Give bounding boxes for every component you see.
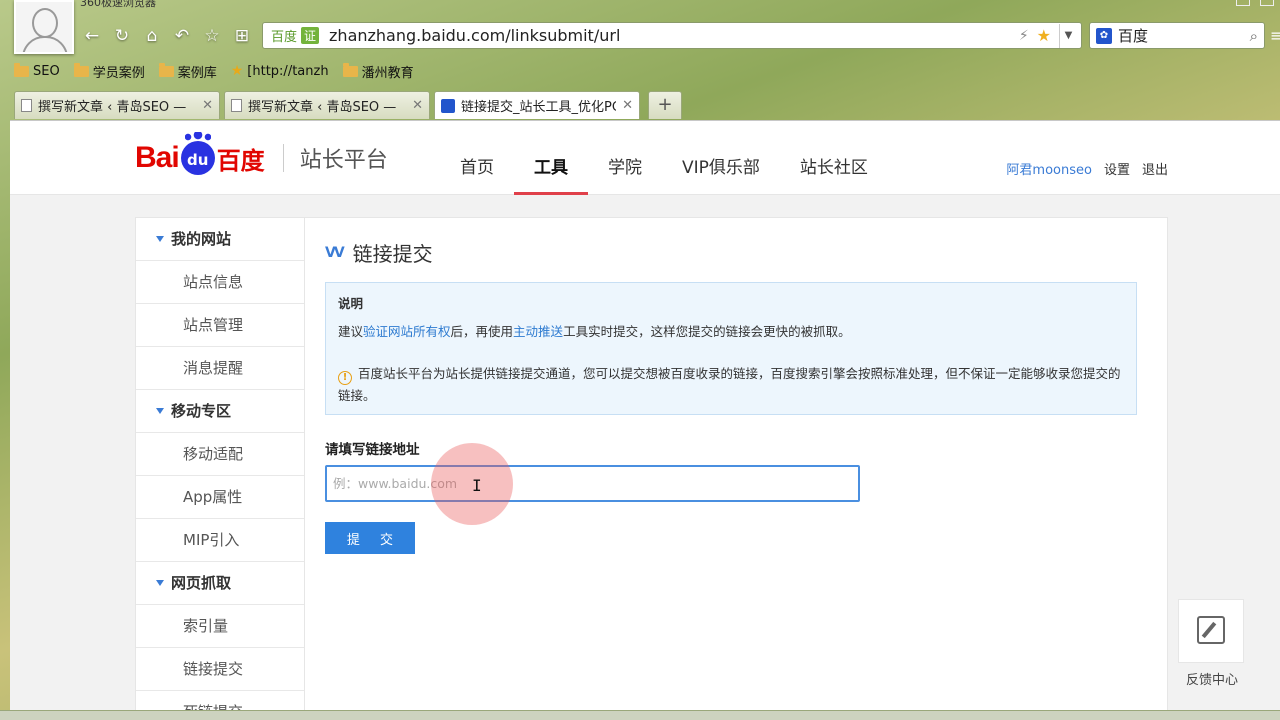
baidu-logo[interactable]: Bai du 百度 站长平台 — [135, 132, 388, 181]
baidu-paw-icon — [441, 98, 455, 113]
new-tab-button[interactable]: + — [648, 91, 682, 119]
logo-divider — [282, 144, 284, 172]
close-icon[interactable]: ✕ — [412, 98, 423, 113]
sidebar-group-my-sites[interactable]: 我的网站 — [136, 218, 304, 261]
caret-down-icon — [156, 408, 164, 414]
zigzag-icon: ᐯᐯ — [325, 244, 345, 261]
maximize-button[interactable] — [1260, 0, 1274, 6]
browser-tab[interactable]: 撰写新文章 ‹ 青岛SEO — ✕ — [14, 91, 220, 119]
sidebar-item[interactable]: 消息提醒 — [136, 347, 304, 390]
sidebar-item[interactable]: 移动适配 — [136, 433, 304, 476]
bookmark-star-icon[interactable]: ★ — [1037, 26, 1051, 45]
back-arrow-icon[interactable]: ← — [80, 24, 104, 48]
verify-ownership-link[interactable]: 验证网站所有权 — [363, 324, 451, 339]
browser-menu-icon[interactable]: ≡ — [1270, 26, 1280, 45]
nav-academy[interactable]: 学院 — [588, 121, 662, 195]
user-avatar[interactable] — [14, 0, 74, 54]
dropdown-arrow-icon[interactable]: ▼ — [1059, 23, 1077, 48]
window-title: 360极速浏览器 — [80, 0, 156, 9]
star-icon: ★ — [230, 63, 244, 79]
sidebar-item[interactable]: 站点管理 — [136, 304, 304, 347]
favorite-star-icon[interactable]: ☆ — [200, 24, 224, 48]
bookmark-item[interactable]: 潘州教育 — [342, 62, 414, 81]
page-title: ᐯᐯ 链接提交 — [325, 242, 433, 266]
document-icon — [231, 99, 242, 112]
nav-home[interactable]: 首页 — [440, 121, 514, 195]
sidebar-group-crawl[interactable]: 网页抓取 — [136, 562, 304, 605]
bookmark-item[interactable]: 学员案例 — [73, 62, 145, 81]
home-icon[interactable]: ⌂ — [140, 24, 164, 48]
logout-link[interactable]: 退出 — [1142, 159, 1168, 178]
bookmark-item[interactable]: ★ [http://tanzh — [231, 63, 329, 79]
address-bar[interactable]: 百度 证 zhanzhang.baidu.com/linksubmit/url … — [262, 22, 1082, 49]
site-header: Bai du 百度 站长平台 首页 工具 学院 VIP俱乐部 站长社区 阿君mo… — [10, 121, 1280, 195]
search-engine-label: 百度 — [1118, 27, 1149, 45]
browser-tab-active[interactable]: 链接提交_站长工具_优化PC ✕ — [434, 91, 640, 119]
minimize-button[interactable] — [1236, 0, 1250, 6]
sidebar-item[interactable]: MIP引入 — [136, 519, 304, 562]
sidebar-item[interactable]: 站点信息 — [136, 261, 304, 304]
tab-strip: 撰写新文章 ‹ 青岛SEO — ✕ 撰写新文章 ‹ 青岛SEO — ✕ 链接提交… — [14, 91, 682, 119]
baidu-paw-icon: ✿ — [1096, 27, 1112, 44]
edit-icon — [1197, 616, 1225, 644]
notice-line: 建议验证网站所有权后，再使用主动推送工具实时提交，这样您提交的链接会更快的被抓取… — [338, 324, 851, 339]
url-field-label: 请填写链接地址 — [325, 442, 420, 458]
certificate-badge[interactable]: 证 — [301, 27, 320, 44]
folder-icon — [342, 62, 358, 77]
close-icon[interactable]: ✕ — [202, 98, 213, 113]
bookmark-item[interactable]: 案例库 — [158, 62, 217, 81]
nav-vip-club[interactable]: VIP俱乐部 — [662, 121, 780, 195]
notice-heading: 说明 — [338, 296, 364, 311]
bookmark-item[interactable]: SEO — [14, 62, 60, 79]
feedback-label[interactable]: 反馈中心 — [1174, 669, 1250, 688]
folder-icon — [14, 62, 29, 77]
sidebar-item[interactable]: App属性 — [136, 476, 304, 519]
sidebar: 我的网站 站点信息 站点管理 消息提醒 移动专区 移动适配 App属性 MIP引… — [135, 217, 304, 710]
settings-link[interactable]: 设置 — [1104, 159, 1130, 178]
sidebar-group-mobile[interactable]: 移动专区 — [136, 390, 304, 433]
active-push-link[interactable]: 主动推送 — [513, 324, 563, 339]
username-link[interactable]: 阿君moonseo — [1006, 159, 1092, 178]
folder-icon — [158, 62, 174, 77]
main-panel: ᐯᐯ 链接提交 说明 建议验证网站所有权后，再使用主动推送工具实时提交，这样您提… — [304, 217, 1168, 710]
search-icon[interactable]: ⌕ — [1250, 27, 1258, 45]
search-box[interactable]: ✿ 百度 ⌕ — [1089, 22, 1265, 49]
info-notice: 说明 建议验证网站所有权后，再使用主动推送工具实时提交，这样您提交的链接会更快的… — [325, 282, 1137, 415]
sidebar-item[interactable]: 死链提交 — [136, 691, 304, 710]
browser-tab[interactable]: 撰写新文章 ‹ 青岛SEO — ✕ — [224, 91, 430, 119]
nav-tools[interactable]: 工具 — [514, 121, 588, 195]
main-nav: 首页 工具 学院 VIP俱乐部 站长社区 — [440, 121, 888, 195]
avatar-body-shape — [22, 36, 68, 52]
content-area: 我的网站 站点信息 站点管理 消息提醒 移动专区 移动适配 App属性 MIP引… — [135, 217, 1168, 710]
document-icon — [21, 99, 32, 112]
paw-logo-icon: du — [180, 132, 215, 175]
notice-warning: ! 百度站长平台为站长提供链接提交通道，您可以提交想被百度收录的链接，百度搜索引擎… — [338, 366, 1121, 403]
url-input[interactable] — [325, 465, 860, 502]
bookmarks-bar: SEO 学员案例 案例库 ★ [http://tanzh 潘州教育 — [14, 60, 414, 82]
apps-grid-icon[interactable]: ⊞ — [230, 24, 254, 48]
feedback-button[interactable] — [1178, 599, 1244, 663]
window-controls — [1236, 0, 1274, 6]
lightning-icon[interactable]: ⚡ — [1019, 28, 1029, 44]
sidebar-item-link-submit[interactable]: 链接提交 — [136, 648, 304, 691]
url-text[interactable]: zhanzhang.baidu.com/linksubmit/url — [329, 26, 620, 45]
warning-icon: ! — [338, 371, 352, 385]
status-bar — [0, 710, 1280, 720]
platform-name: 站长平台 — [299, 148, 388, 173]
caret-down-icon — [156, 580, 164, 586]
caret-down-icon — [156, 236, 164, 242]
avatar-head-shape — [32, 8, 58, 38]
nav-community[interactable]: 站长社区 — [780, 121, 888, 195]
refresh-icon[interactable]: ↻ — [110, 24, 134, 48]
web-page: Bai du 百度 站长平台 首页 工具 学院 VIP俱乐部 站长社区 阿君mo… — [10, 120, 1280, 710]
browser-nav-buttons: ← ↻ ⌂ ↶ ☆ ⊞ — [80, 24, 254, 48]
submit-button[interactable]: 提 交 — [325, 522, 415, 554]
sidebar-item[interactable]: 索引量 — [136, 605, 304, 648]
site-tag: 百度 — [271, 30, 298, 45]
folder-icon — [73, 62, 89, 77]
close-icon[interactable]: ✕ — [622, 98, 633, 113]
undo-icon[interactable]: ↶ — [170, 24, 194, 48]
user-links: 阿君moonseo 设置 退出 — [1006, 159, 1168, 178]
